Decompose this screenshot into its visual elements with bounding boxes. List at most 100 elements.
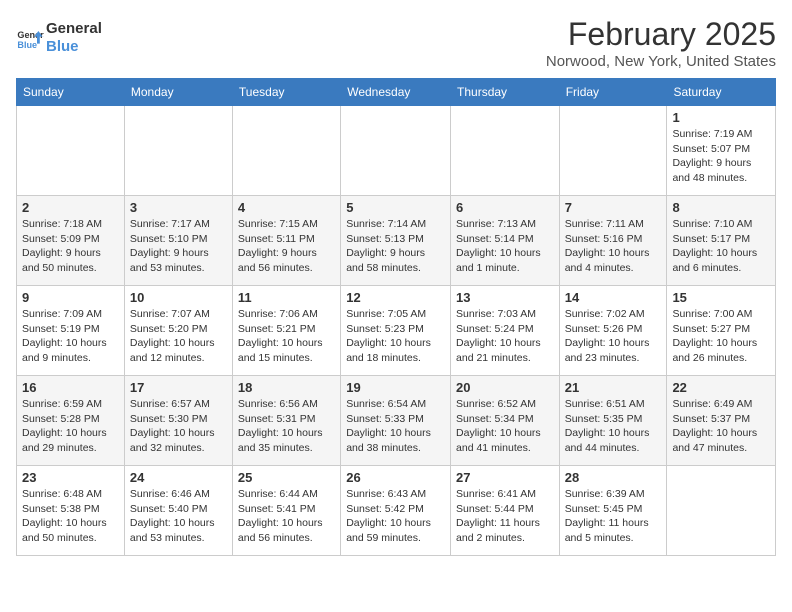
day-number: 15 — [672, 290, 770, 305]
calendar-cell: 19 Sunrise: 6:54 AM Sunset: 5:33 PM Dayli… — [341, 376, 451, 466]
day-info: Sunrise: 7:14 AM Sunset: 5:13 PM Dayligh… — [346, 217, 445, 276]
calendar-cell: 23 Sunrise: 6:48 AM Sunset: 5:38 PM Dayli… — [17, 466, 125, 556]
day-number: 27 — [456, 470, 554, 485]
day-info: Sunrise: 6:46 AM Sunset: 5:40 PM Dayligh… — [130, 487, 227, 546]
day-info: Sunrise: 7:11 AM Sunset: 5:16 PM Dayligh… — [565, 217, 662, 276]
day-number: 6 — [456, 200, 554, 215]
header-day-thursday: Thursday — [451, 79, 560, 106]
header-day-friday: Friday — [559, 79, 667, 106]
calendar-week-row: 2Sunrise: 7:18 AM Sunset: 5:09 PM Daylig… — [17, 196, 776, 286]
day-number: 12 — [346, 290, 445, 305]
day-number: 20 — [456, 380, 554, 395]
calendar-cell: 21 Sunrise: 6:51 AM Sunset: 5:35 PM Dayli… — [559, 376, 667, 466]
calendar-cell: 15 Sunrise: 7:00 AM Sunset: 5:27 PM Dayli… — [667, 286, 776, 376]
calendar-cell: 13 Sunrise: 7:03 AM Sunset: 5:24 PM Dayli… — [451, 286, 560, 376]
day-number: 14 — [565, 290, 662, 305]
day-info: Sunrise: 7:09 AM Sunset: 5:19 PM Dayligh… — [22, 307, 119, 366]
day-info: Sunrise: 7:02 AM Sunset: 5:26 PM Dayligh… — [565, 307, 662, 366]
day-number: 4 — [238, 200, 335, 215]
header-day-monday: Monday — [124, 79, 232, 106]
day-number: 16 — [22, 380, 119, 395]
day-number: 1 — [672, 110, 770, 125]
day-number: 8 — [672, 200, 770, 215]
logo: General Blue General Blue — [16, 20, 102, 56]
logo-general: General — [46, 20, 102, 38]
day-info: Sunrise: 6:41 AM Sunset: 5:44 PM Dayligh… — [456, 487, 554, 546]
day-number: 13 — [456, 290, 554, 305]
logo-icon: General Blue — [16, 24, 44, 52]
header-day-saturday: Saturday — [667, 79, 776, 106]
calendar-cell: 5 Sunrise: 7:14 AM Sunset: 5:13 PM Daylig… — [341, 196, 451, 286]
title-section: February 2025 Norwood, New York, United … — [546, 16, 776, 70]
day-info: Sunrise: 7:10 AM Sunset: 5:17 PM Dayligh… — [672, 217, 770, 276]
calendar-cell: 25 Sunrise: 6:44 AM Sunset: 5:41 PM Dayli… — [232, 466, 340, 556]
logo-blue: Blue — [46, 38, 102, 56]
day-number: 11 — [238, 290, 335, 305]
day-number: 21 — [565, 380, 662, 395]
calendar-cell: 6 Sunrise: 7:13 AM Sunset: 5:14 PM Daylig… — [451, 196, 560, 286]
day-info: Sunrise: 6:59 AM Sunset: 5:28 PM Dayligh… — [22, 397, 119, 456]
day-info: Sunrise: 6:44 AM Sunset: 5:41 PM Dayligh… — [238, 487, 335, 546]
calendar-cell: 4 Sunrise: 7:15 AM Sunset: 5:11 PM Daylig… — [232, 196, 340, 286]
calendar-cell: 27 Sunrise: 6:41 AM Sunset: 5:44 PM Dayli… — [451, 466, 560, 556]
calendar-cell: 18 Sunrise: 6:56 AM Sunset: 5:31 PM Dayli… — [232, 376, 340, 466]
day-info: Sunrise: 6:48 AM Sunset: 5:38 PM Dayligh… — [22, 487, 119, 546]
calendar-header-row: SundayMondayTuesdayWednesdayThursdayFrid… — [17, 79, 776, 106]
calendar-cell: 7 Sunrise: 7:11 AM Sunset: 5:16 PM Daylig… — [559, 196, 667, 286]
calendar-cell: 12 Sunrise: 7:05 AM Sunset: 5:23 PM Dayli… — [341, 286, 451, 376]
day-number: 18 — [238, 380, 335, 395]
day-info: Sunrise: 6:56 AM Sunset: 5:31 PM Dayligh… — [238, 397, 335, 456]
day-info: Sunrise: 6:43 AM Sunset: 5:42 PM Dayligh… — [346, 487, 445, 546]
calendar-week-row: 16 Sunrise: 6:59 AM Sunset: 5:28 PM Dayli… — [17, 376, 776, 466]
day-info: Sunrise: 7:00 AM Sunset: 5:27 PM Dayligh… — [672, 307, 770, 366]
day-info: Sunrise: 6:49 AM Sunset: 5:37 PM Dayligh… — [672, 397, 770, 456]
day-info: Sunrise: 7:07 AM Sunset: 5:20 PM Dayligh… — [130, 307, 227, 366]
day-number: 7 — [565, 200, 662, 215]
day-number: 19 — [346, 380, 445, 395]
day-info: Sunrise: 7:05 AM Sunset: 5:23 PM Dayligh… — [346, 307, 445, 366]
day-info: Sunrise: 7:06 AM Sunset: 5:21 PM Dayligh… — [238, 307, 335, 366]
calendar-week-row: 23 Sunrise: 6:48 AM Sunset: 5:38 PM Dayli… — [17, 466, 776, 556]
day-number: 5 — [346, 200, 445, 215]
header-day-wednesday: Wednesday — [341, 79, 451, 106]
day-info: Sunrise: 6:54 AM Sunset: 5:33 PM Dayligh… — [346, 397, 445, 456]
calendar-cell: 14 Sunrise: 7:02 AM Sunset: 5:26 PM Dayli… — [559, 286, 667, 376]
day-info: Sunrise: 7:13 AM Sunset: 5:14 PM Dayligh… — [456, 217, 554, 276]
day-info: Sunrise: 6:51 AM Sunset: 5:35 PM Dayligh… — [565, 397, 662, 456]
main-title: February 2025 — [546, 16, 776, 53]
day-info: Sunrise: 6:57 AM Sunset: 5:30 PM Dayligh… — [130, 397, 227, 456]
header-day-sunday: Sunday — [17, 79, 125, 106]
day-number: 25 — [238, 470, 335, 485]
header-day-tuesday: Tuesday — [232, 79, 340, 106]
calendar-cell: 17 Sunrise: 6:57 AM Sunset: 5:30 PM Dayli… — [124, 376, 232, 466]
day-info: Sunrise: 6:39 AM Sunset: 5:45 PM Dayligh… — [565, 487, 662, 546]
calendar-cell — [232, 106, 340, 196]
calendar-cell — [451, 106, 560, 196]
day-number: 10 — [130, 290, 227, 305]
day-number: 3 — [130, 200, 227, 215]
day-number: 24 — [130, 470, 227, 485]
calendar-cell — [124, 106, 232, 196]
day-number: 28 — [565, 470, 662, 485]
day-info: Sunrise: 6:52 AM Sunset: 5:34 PM Dayligh… — [456, 397, 554, 456]
calendar-cell — [341, 106, 451, 196]
day-info: Sunrise: 7:18 AM Sunset: 5:09 PM Dayligh… — [22, 217, 119, 276]
calendar-week-row: 1 Sunrise: 7:19 AM Sunset: 5:07 PM Daylig… — [17, 106, 776, 196]
day-number: 17 — [130, 380, 227, 395]
day-info: Sunrise: 7:17 AM Sunset: 5:10 PM Dayligh… — [130, 217, 227, 276]
day-number: 26 — [346, 470, 445, 485]
calendar-cell: 8 Sunrise: 7:10 AM Sunset: 5:17 PM Daylig… — [667, 196, 776, 286]
day-info: Sunrise: 7:03 AM Sunset: 5:24 PM Dayligh… — [456, 307, 554, 366]
day-info: Sunrise: 7:15 AM Sunset: 5:11 PM Dayligh… — [238, 217, 335, 276]
day-info: Sunrise: 7:19 AM Sunset: 5:07 PM Dayligh… — [672, 127, 770, 186]
calendar-table: SundayMondayTuesdayWednesdayThursdayFrid… — [16, 78, 776, 556]
calendar-cell: 16 Sunrise: 6:59 AM Sunset: 5:28 PM Dayli… — [17, 376, 125, 466]
day-number: 23 — [22, 470, 119, 485]
svg-text:Blue: Blue — [17, 40, 37, 50]
calendar-cell: 20 Sunrise: 6:52 AM Sunset: 5:34 PM Dayli… — [451, 376, 560, 466]
calendar-cell — [17, 106, 125, 196]
subtitle: Norwood, New York, United States — [546, 53, 776, 70]
day-number: 22 — [672, 380, 770, 395]
calendar-cell: 24 Sunrise: 6:46 AM Sunset: 5:40 PM Dayli… — [124, 466, 232, 556]
calendar-cell: 28 Sunrise: 6:39 AM Sunset: 5:45 PM Dayli… — [559, 466, 667, 556]
